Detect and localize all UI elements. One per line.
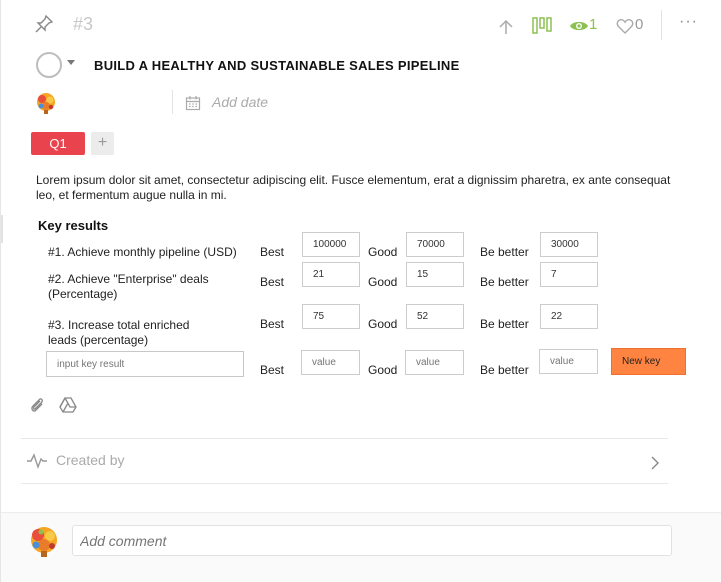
google-drive-icon[interactable] <box>59 397 77 413</box>
key-result-label: #2. Achieve "Enterprise" deals (Percenta… <box>48 272 209 301</box>
created-by-label[interactable]: Created by <box>56 452 124 468</box>
good-label: Good <box>368 363 398 377</box>
good-label: Good <box>368 275 398 289</box>
new-be-better-value-input[interactable] <box>539 349 598 374</box>
chevron-right-icon[interactable] <box>650 456 660 470</box>
new-good-value-input[interactable] <box>405 350 464 375</box>
divider <box>172 90 173 114</box>
watchers-count: 1 <box>589 16 598 33</box>
add-date-field[interactable]: Add date <box>212 94 268 110</box>
good-value[interactable]: 70000 <box>406 232 464 257</box>
best-label: Best <box>260 317 285 331</box>
new-key-result-input[interactable] <box>46 351 244 377</box>
good-label: Good <box>368 317 398 331</box>
be-better-label: Be better <box>480 245 529 259</box>
be-better-value[interactable]: 22 <box>540 304 598 329</box>
board-icon[interactable] <box>532 17 552 35</box>
arrow-up-icon[interactable] <box>497 18 515 36</box>
user-avatar <box>27 524 61 558</box>
best-value[interactable]: 21 <box>302 262 360 287</box>
more-menu-icon[interactable]: ··· <box>679 13 698 31</box>
task-title[interactable]: BUILD A HEALTHY AND SUSTAINABLE SALES PI… <box>94 58 460 73</box>
best-label: Best <box>260 363 285 377</box>
key-result-label: #1. Achieve monthly pipeline (USD) <box>48 245 237 259</box>
comment-input[interactable] <box>72 525 672 556</box>
key-result-label: #3. Increase total enriched leads (perce… <box>48 318 190 347</box>
good-value[interactable]: 15 <box>406 262 464 287</box>
best-label: Best <box>260 245 285 259</box>
best-value[interactable]: 75 <box>302 304 360 329</box>
calendar-icon[interactable] <box>185 95 201 111</box>
task-description[interactable]: Lorem ipsum dolor sit amet, consectetur … <box>36 173 676 203</box>
divider <box>21 483 668 484</box>
activity-icon <box>26 453 48 470</box>
paperclip-icon[interactable] <box>28 396 46 414</box>
best-label: Best <box>260 275 285 289</box>
likes-count: 0 <box>635 16 644 33</box>
divider <box>1 215 3 243</box>
new-best-value-input[interactable] <box>301 350 360 375</box>
new-key-button[interactable]: New key <box>611 348 686 375</box>
top-actions: 1 0 ··· <box>1 10 721 40</box>
task-detail-panel: #3 1 0 ··· BUILD A HEALTHY AND SUSTAINAB… <box>0 0 721 582</box>
be-better-value[interactable]: 30000 <box>540 232 598 257</box>
assignee-avatar[interactable] <box>34 91 58 115</box>
be-better-value[interactable]: 7 <box>540 262 598 287</box>
be-better-label: Be better <box>480 363 529 377</box>
good-value[interactable]: 52 <box>406 304 464 329</box>
be-better-label: Be better <box>480 317 529 331</box>
divider <box>661 10 662 40</box>
best-value[interactable]: 100000 <box>302 232 360 257</box>
good-label: Good <box>368 245 398 259</box>
heart-icon[interactable] <box>616 18 634 34</box>
divider <box>21 438 668 439</box>
eye-icon[interactable] <box>569 19 589 33</box>
add-tag-button[interactable]: + <box>91 132 114 155</box>
key-results-heading: Key results <box>38 218 109 233</box>
be-better-label: Be better <box>480 275 529 289</box>
status-toggle[interactable] <box>36 52 62 78</box>
caret-down-icon[interactable] <box>67 60 75 65</box>
tag-q1[interactable]: Q1 <box>31 132 85 155</box>
